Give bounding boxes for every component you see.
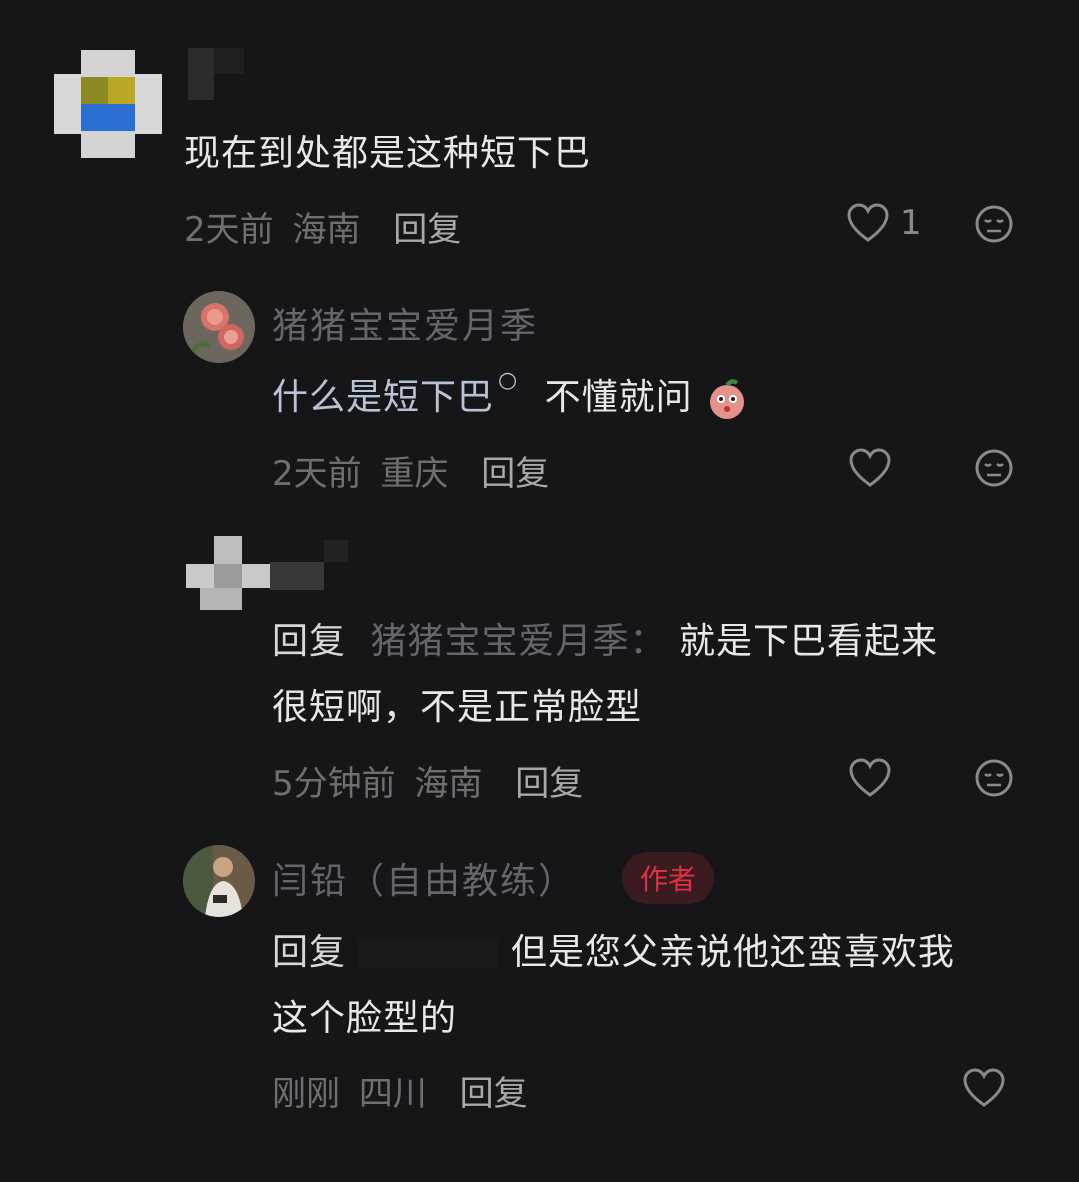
comment-line1: 但是您父亲说他还蛮喜欢我 [510, 932, 955, 973]
reply-target-username[interactable]: 猪猪宝宝爱月季： [370, 621, 666, 662]
comment-text: 回复 但是您父亲说他还蛮喜欢我 [272, 923, 955, 975]
comment-meta: 刚刚 四川 回复 [272, 1066, 528, 1115]
heart-icon[interactable] [848, 447, 892, 489]
search-icon[interactable]: ○ [498, 368, 518, 393]
username[interactable]: 猪猪宝宝爱月季 [272, 297, 538, 349]
heart-icon [846, 202, 890, 244]
comment-main-text: 什么是短下巴 [272, 377, 495, 418]
location: 重庆 [380, 454, 449, 494]
avatar[interactable] [183, 845, 255, 917]
timestamp: 2天前 [184, 210, 274, 250]
comment-text: 回复 猪猪宝宝爱月季： 就是下巴看起来 [272, 612, 938, 664]
reply-button[interactable]: 回复 [393, 210, 461, 250]
username[interactable]: 闫铅（自由教练） [272, 852, 576, 904]
like-button[interactable]: 1 [846, 202, 922, 244]
comment-text-line2: 这个脸型的 [272, 998, 458, 1039]
comment-meta: 2天前 海南 回复 [184, 202, 461, 251]
avatar[interactable] [54, 50, 162, 158]
avatar[interactable] [186, 536, 276, 612]
reply-button[interactable]: 回复 [460, 1074, 528, 1114]
like-count: 1 [900, 203, 922, 243]
dislike-face-icon[interactable] [974, 204, 1014, 244]
avatar[interactable] [183, 291, 255, 363]
peach-emoji-icon [705, 377, 749, 421]
comment-line1: 就是下巴看起来 [678, 621, 938, 662]
author-badge: 作者 [622, 852, 715, 904]
comment-meta: 5分钟前 海南 回复 [272, 756, 583, 805]
reply-prefix: 回复 [272, 621, 347, 662]
timestamp: 2天前 [272, 454, 362, 494]
location: 海南 [292, 210, 361, 250]
location: 海南 [414, 764, 483, 804]
reply-button[interactable]: 回复 [481, 454, 549, 494]
username-censored [270, 540, 350, 592]
dislike-face-icon[interactable] [974, 758, 1014, 798]
heart-icon[interactable] [962, 1067, 1006, 1109]
username-censored [188, 48, 248, 104]
timestamp: 5分钟前 [272, 764, 396, 804]
comment-text: 什么是短下巴 ○ 不懂就问 [272, 368, 749, 421]
dislike-face-icon[interactable] [974, 448, 1014, 488]
comment-suffix-text: 不懂就问 [544, 377, 693, 418]
heart-icon[interactable] [848, 757, 892, 799]
comment-text-line2: 很短啊，不是正常脸型 [272, 687, 643, 728]
comment-text: 现在到处都是这种短下巴 [184, 133, 592, 174]
reply-prefix: 回复 [272, 932, 347, 973]
reply-target-censored [358, 939, 499, 969]
reply-button[interactable]: 回复 [515, 764, 583, 804]
location: 四川 [358, 1074, 427, 1114]
comment-meta: 2天前 重庆 回复 [272, 446, 549, 495]
timestamp: 刚刚 [272, 1074, 340, 1114]
